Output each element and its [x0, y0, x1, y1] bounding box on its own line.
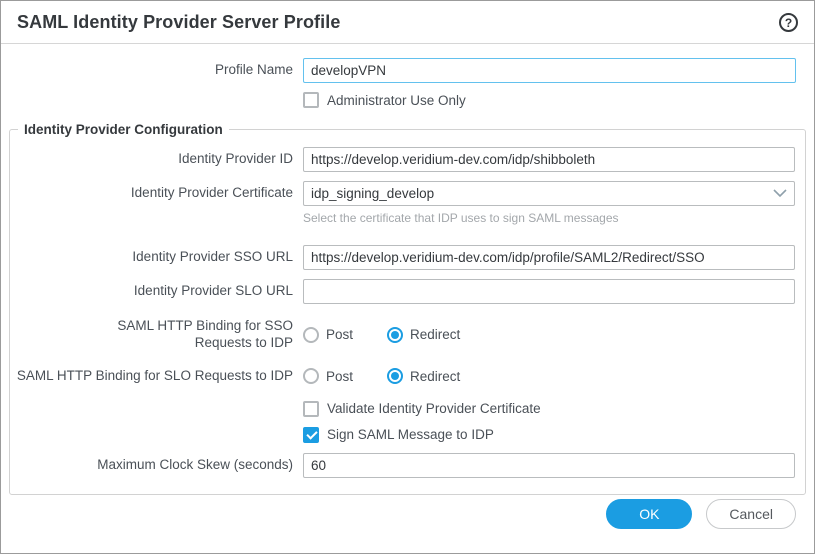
- profile-name-input[interactable]: [303, 58, 796, 83]
- profile-name-row: Profile Name: [1, 58, 814, 83]
- slo-binding-post-radio[interactable]: [303, 368, 319, 384]
- profile-name-label: Profile Name: [1, 62, 303, 79]
- sso-binding-label: SAML HTTP Binding for SSO Requests to ID…: [10, 318, 303, 352]
- slo-binding-redirect-option[interactable]: Redirect: [387, 368, 460, 384]
- sso-binding-radio-group: Post Redirect: [303, 327, 460, 343]
- dialog-titlebar: SAML Identity Provider Server Profile ?: [1, 1, 814, 44]
- idp-certificate-value: idp_signing_develop: [311, 186, 434, 201]
- dialog-footer: OK Cancel: [1, 499, 814, 553]
- slo-url-label: Identity Provider SLO URL: [10, 283, 303, 300]
- cancel-button[interactable]: Cancel: [706, 499, 796, 529]
- admin-use-only-option[interactable]: Administrator Use Only: [303, 92, 466, 108]
- validate-cert-checkbox[interactable]: [303, 401, 319, 417]
- sso-binding-redirect-option[interactable]: Redirect: [387, 327, 460, 343]
- idp-id-row: Identity Provider ID: [10, 147, 805, 172]
- sign-message-option[interactable]: Sign SAML Message to IDP: [303, 427, 494, 443]
- idp-certificate-helper-text: Select the certificate that IDP uses to …: [303, 211, 619, 225]
- sso-binding-redirect-radio[interactable]: [387, 327, 403, 343]
- idp-certificate-helper-row: Select the certificate that IDP uses to …: [10, 211, 805, 225]
- idp-configuration-legend: Identity Provider Configuration: [18, 122, 229, 137]
- validate-cert-row: Validate Identity Provider Certificate: [10, 401, 805, 417]
- slo-url-input[interactable]: [303, 279, 795, 304]
- sso-binding-row: SAML HTTP Binding for SSO Requests to ID…: [10, 318, 805, 352]
- idp-configuration-fieldset: Identity Provider Configuration Identity…: [9, 122, 806, 495]
- idp-certificate-dropdown[interactable]: idp_signing_develop: [303, 181, 795, 206]
- clock-skew-row: Maximum Clock Skew (seconds): [10, 453, 805, 478]
- saml-idp-profile-dialog: SAML Identity Provider Server Profile ? …: [0, 0, 815, 554]
- idp-certificate-label: Identity Provider Certificate: [10, 185, 303, 202]
- clock-skew-label: Maximum Clock Skew (seconds): [10, 457, 303, 474]
- clock-skew-input[interactable]: [303, 453, 795, 478]
- slo-binding-redirect-radio[interactable]: [387, 368, 403, 384]
- admin-use-only-label: Administrator Use Only: [327, 93, 466, 108]
- slo-binding-row: SAML HTTP Binding for SLO Requests to ID…: [10, 368, 805, 385]
- sso-url-input[interactable]: [303, 245, 795, 270]
- sign-message-checkbox[interactable]: [303, 427, 319, 443]
- admin-use-only-checkbox[interactable]: [303, 92, 319, 108]
- sso-url-label: Identity Provider SSO URL: [10, 249, 303, 266]
- validate-cert-label: Validate Identity Provider Certificate: [327, 401, 541, 416]
- slo-url-row: Identity Provider SLO URL: [10, 279, 805, 304]
- sso-binding-post-radio[interactable]: [303, 327, 319, 343]
- idp-certificate-row: Identity Provider Certificate idp_signin…: [10, 181, 805, 206]
- sso-binding-post-option[interactable]: Post: [303, 327, 353, 343]
- sign-message-row: Sign SAML Message to IDP: [10, 427, 805, 443]
- idp-id-label: Identity Provider ID: [10, 151, 303, 168]
- idp-id-input[interactable]: [303, 147, 795, 172]
- dialog-title: SAML Identity Provider Server Profile: [17, 12, 340, 33]
- sign-message-label: Sign SAML Message to IDP: [327, 427, 494, 442]
- help-icon[interactable]: ?: [779, 13, 798, 32]
- slo-binding-label: SAML HTTP Binding for SLO Requests to ID…: [10, 368, 303, 385]
- sso-url-row: Identity Provider SSO URL: [10, 245, 805, 270]
- slo-binding-radio-group: Post Redirect: [303, 368, 460, 384]
- admin-use-only-row: Administrator Use Only: [1, 92, 814, 108]
- slo-binding-post-option[interactable]: Post: [303, 368, 353, 384]
- validate-cert-option[interactable]: Validate Identity Provider Certificate: [303, 401, 541, 417]
- dialog-content: Profile Name Administrator Use Only Iden…: [1, 44, 814, 499]
- chevron-down-icon: [773, 189, 787, 198]
- ok-button[interactable]: OK: [606, 499, 692, 529]
